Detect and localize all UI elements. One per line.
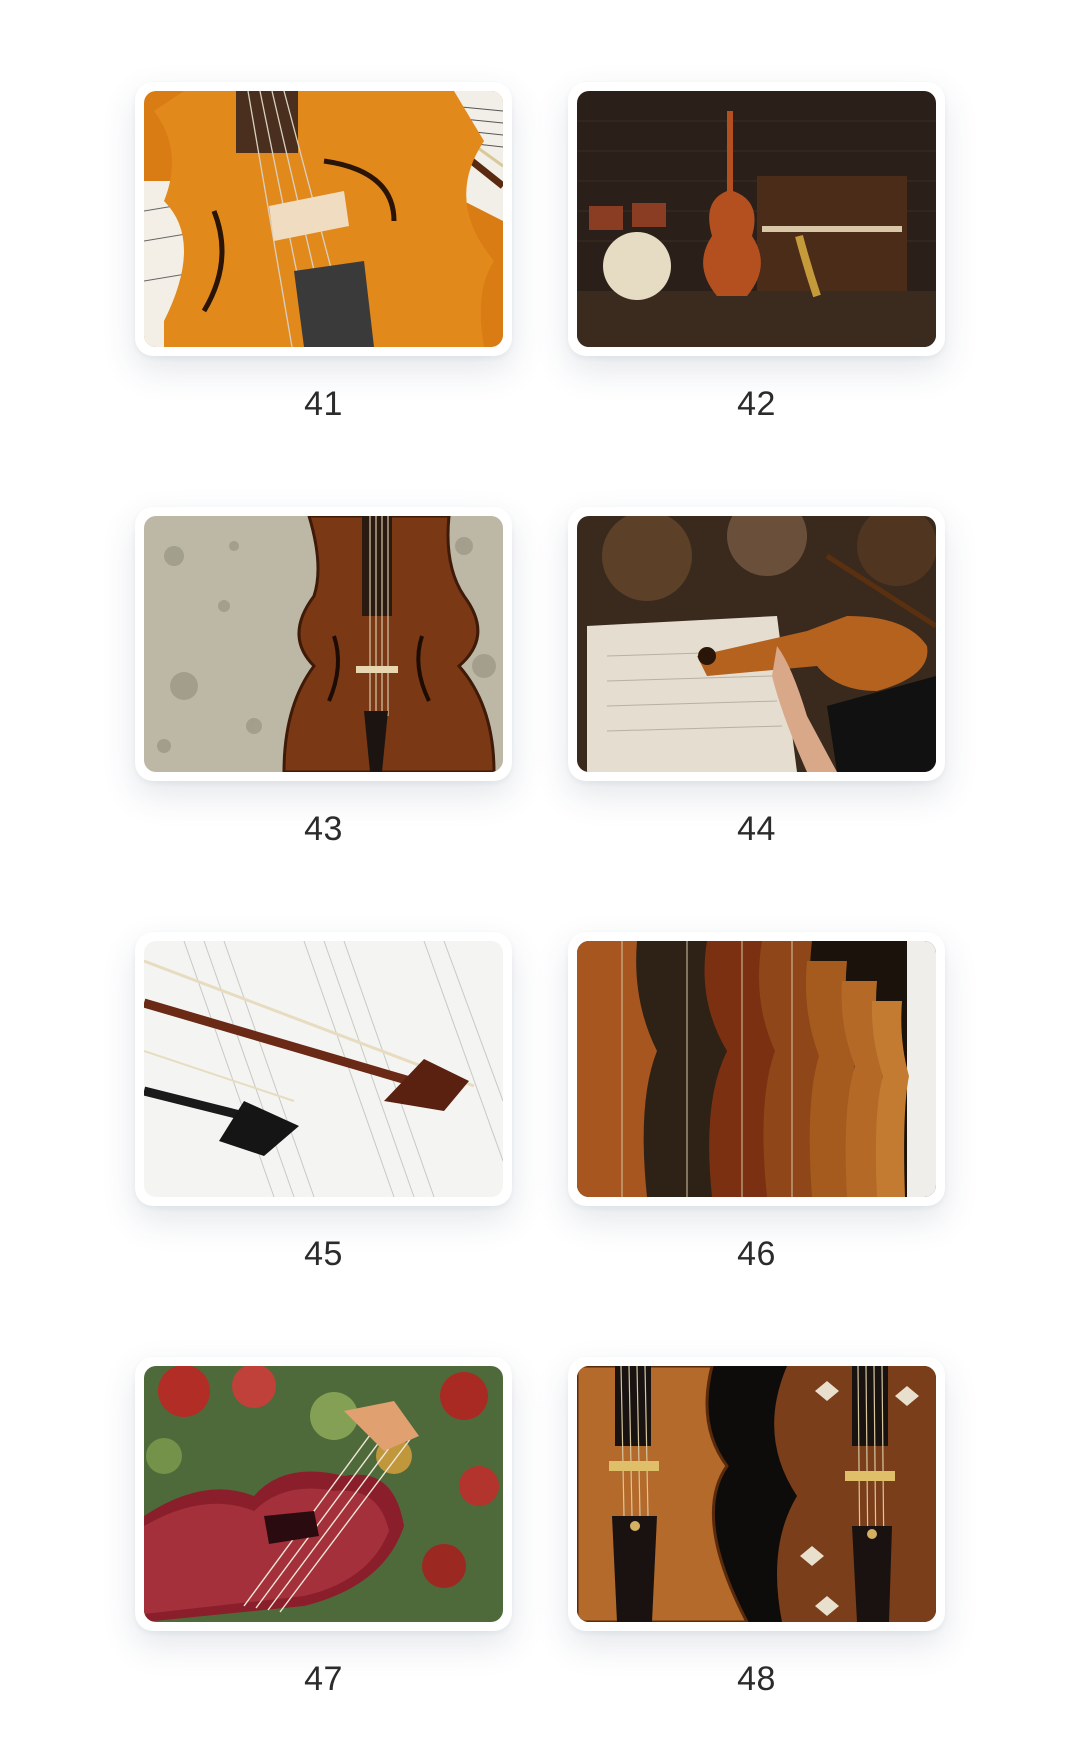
gallery-item: 48: [568, 1357, 945, 1756]
gallery-item: 47: [135, 1357, 512, 1756]
gallery-item: 41: [135, 82, 512, 507]
violinist-orchestra-image[interactable]: [577, 516, 936, 772]
gallery-item: 42: [568, 82, 945, 507]
item-number: 45: [304, 1235, 343, 1273]
item-number: 44: [737, 810, 776, 848]
gallery-item: 46: [568, 932, 945, 1357]
ornate-violins-image[interactable]: [577, 1366, 936, 1622]
item-number: 43: [304, 810, 343, 848]
gallery-item: 43: [135, 507, 512, 932]
instruments-stage-image[interactable]: [577, 91, 936, 347]
gallery-card[interactable]: [568, 1357, 945, 1631]
antique-violin-image[interactable]: [144, 516, 503, 772]
gallery-card[interactable]: [135, 932, 512, 1206]
gallery-card[interactable]: [135, 82, 512, 356]
item-number: 48: [737, 1660, 776, 1698]
hanging-violins-image[interactable]: [577, 941, 936, 1197]
item-number: 46: [737, 1235, 776, 1273]
image-gallery-grid: 41 42 43 44 45 46 47 48: [135, 82, 945, 1756]
gallery-card[interactable]: [135, 1357, 512, 1631]
gallery-item: 45: [135, 932, 512, 1357]
item-number: 47: [304, 1660, 343, 1698]
gallery-card[interactable]: [568, 82, 945, 356]
gallery-card[interactable]: [568, 932, 945, 1206]
violin-closeup-image[interactable]: [144, 91, 503, 347]
gallery-card[interactable]: [568, 507, 945, 781]
red-violin-garden-image[interactable]: [144, 1366, 503, 1622]
gallery-card[interactable]: [135, 507, 512, 781]
gallery-item: 44: [568, 507, 945, 932]
item-number: 42: [737, 385, 776, 423]
violin-bows-image[interactable]: [144, 941, 503, 1197]
item-number: 41: [304, 385, 343, 423]
